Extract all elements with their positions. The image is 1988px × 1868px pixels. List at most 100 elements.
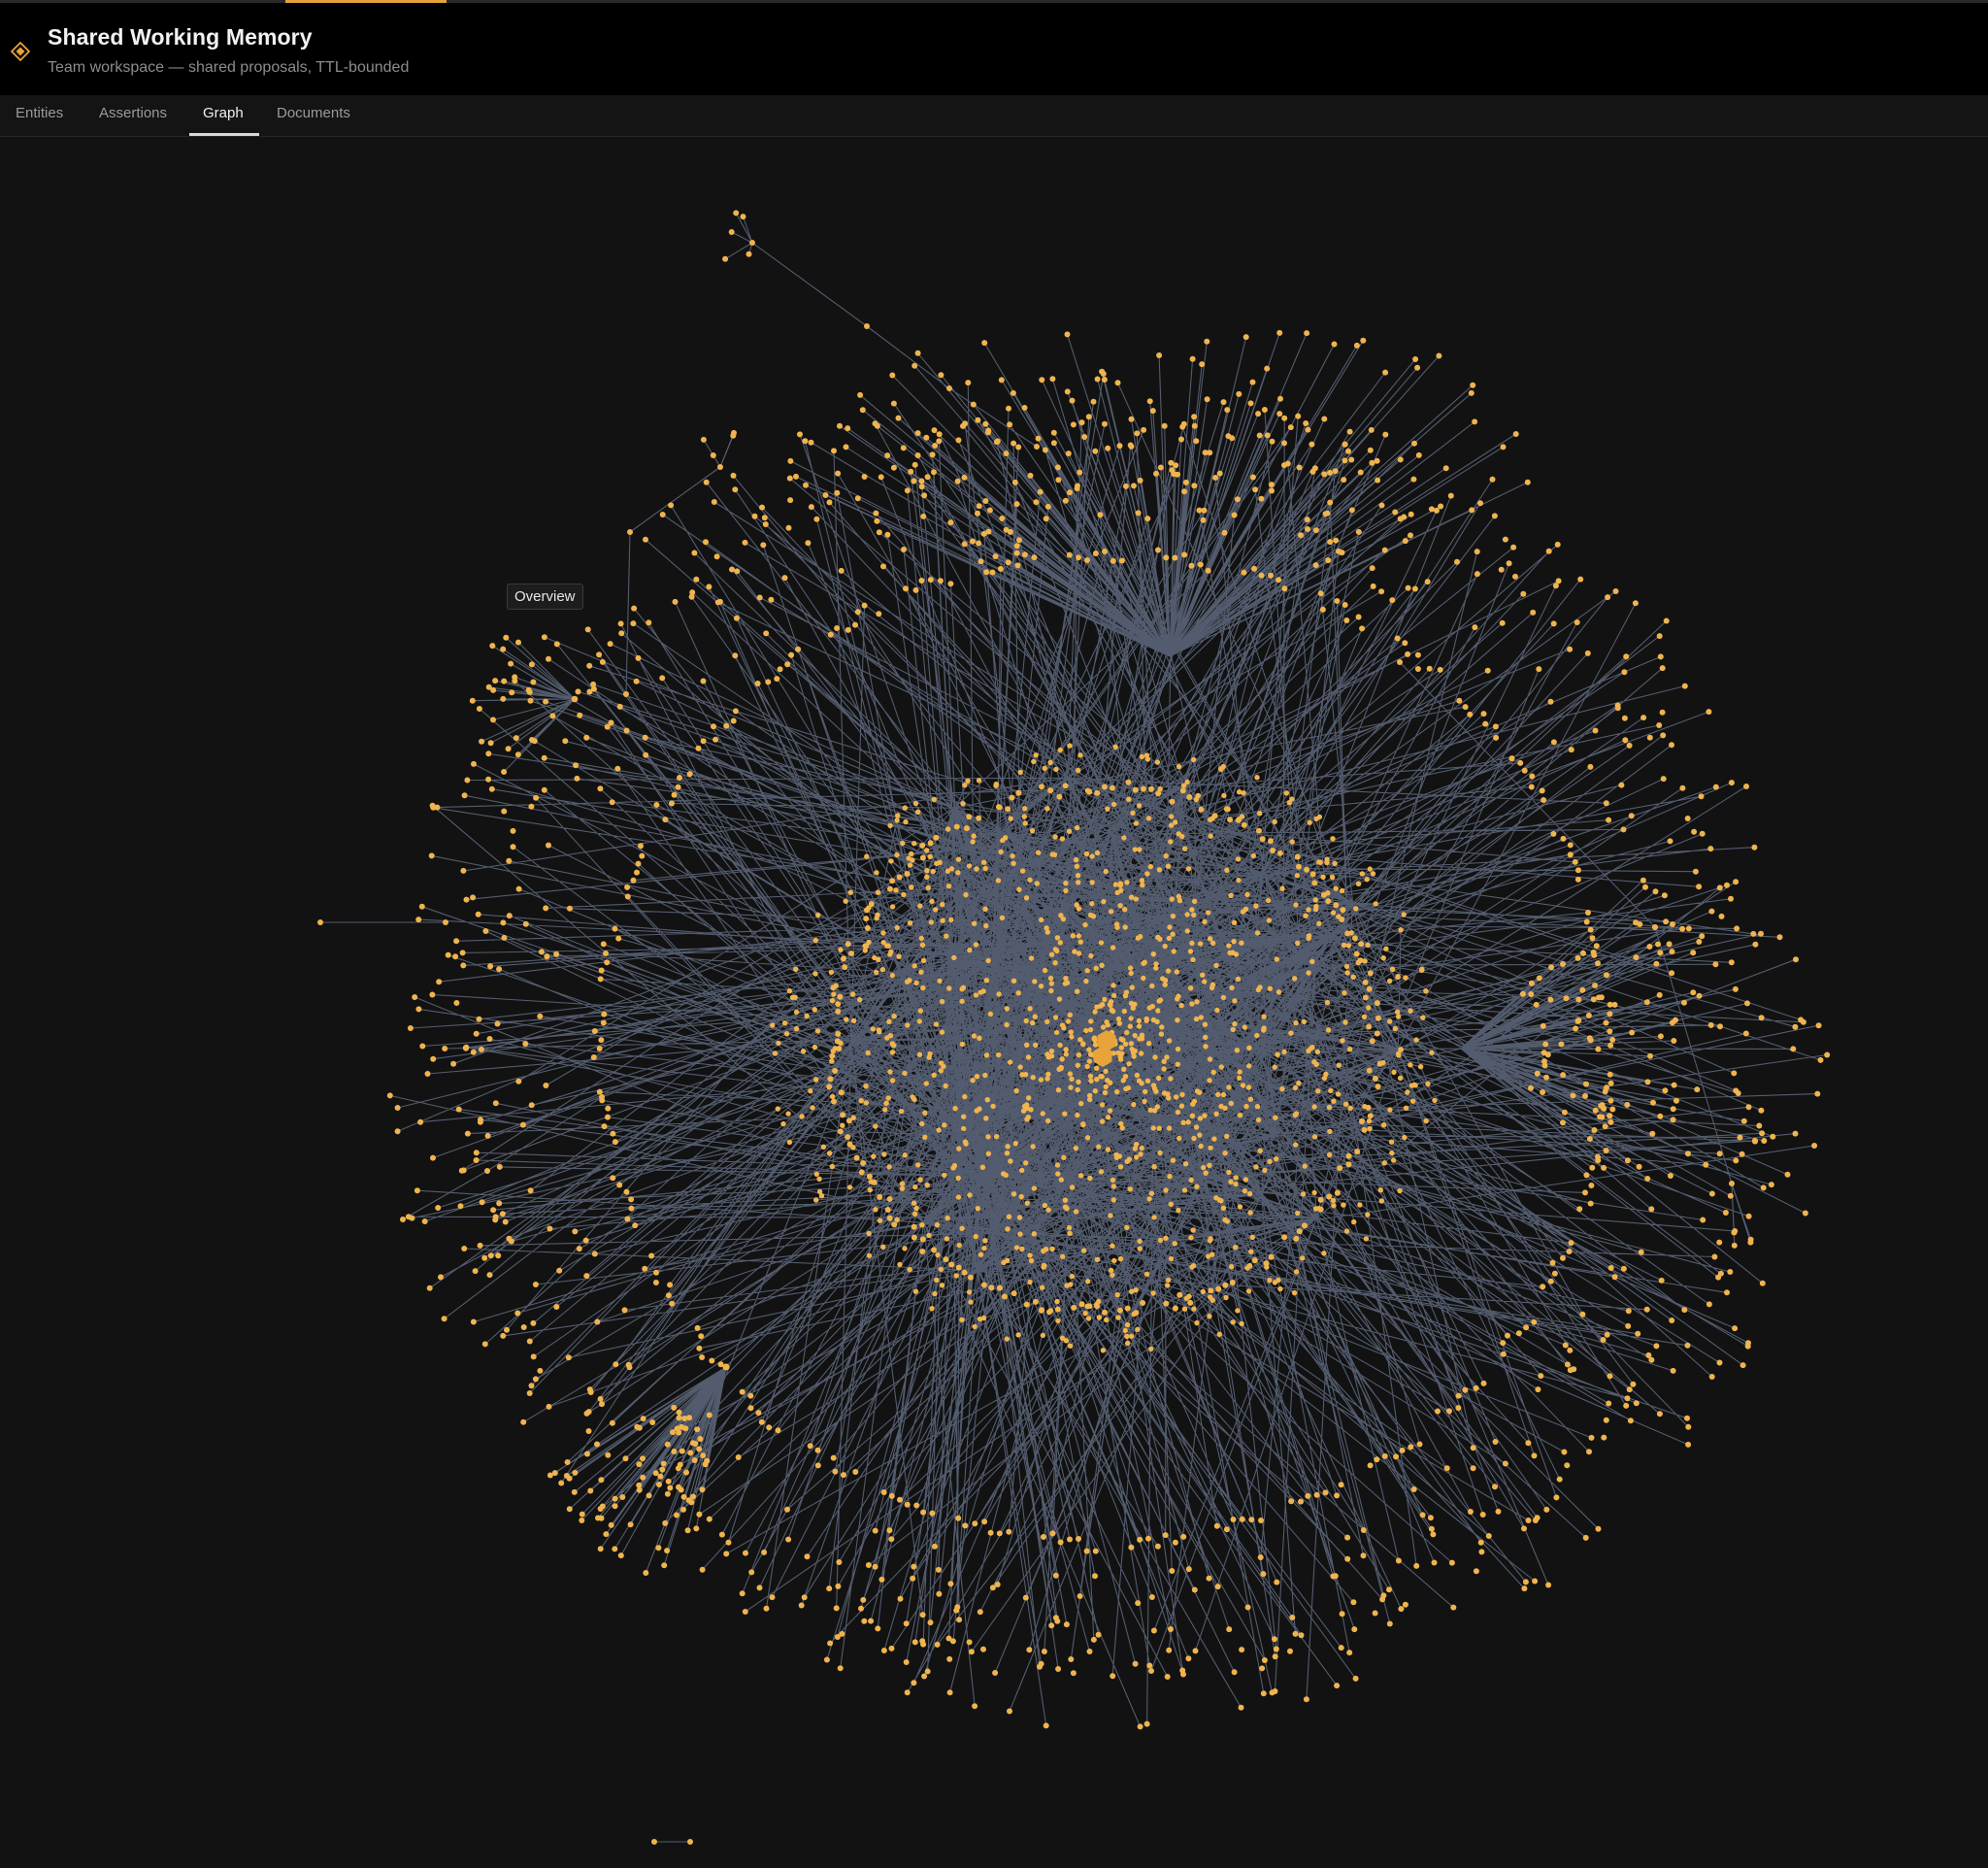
graph-node[interactable] — [1268, 1253, 1275, 1260]
graph-node[interactable] — [640, 1474, 646, 1481]
graph-node[interactable] — [919, 1249, 926, 1254]
graph-node[interactable] — [1529, 773, 1536, 780]
graph-node[interactable] — [962, 420, 969, 427]
graph-node[interactable] — [1022, 1072, 1029, 1078]
graph-node[interactable] — [1010, 852, 1015, 859]
graph-node[interactable] — [1006, 1528, 1012, 1535]
graph-node[interactable] — [604, 723, 611, 730]
graph-node[interactable] — [1415, 451, 1422, 458]
graph-node[interactable] — [488, 785, 495, 792]
graph-node[interactable] — [1535, 1386, 1541, 1393]
graph-node[interactable] — [1670, 921, 1675, 927]
graph-node[interactable] — [619, 1494, 626, 1500]
graph-node[interactable] — [852, 1469, 859, 1475]
graph-node[interactable] — [572, 1469, 579, 1476]
graph-node[interactable] — [1054, 1306, 1061, 1313]
graph-node[interactable] — [1054, 1298, 1060, 1305]
graph-node[interactable] — [605, 1451, 612, 1458]
graph-node[interactable] — [1752, 1138, 1758, 1145]
graph-node[interactable] — [1228, 1179, 1234, 1184]
graph-node[interactable] — [1659, 665, 1666, 672]
graph-node[interactable] — [1397, 1187, 1403, 1194]
graph-node[interactable] — [1128, 416, 1135, 422]
graph-node[interactable] — [945, 884, 952, 889]
graph-node[interactable] — [873, 510, 879, 517]
graph-node[interactable] — [1560, 1072, 1567, 1079]
graph-node[interactable] — [1330, 910, 1337, 916]
graph-node[interactable] — [1078, 1301, 1085, 1308]
graph-node[interactable] — [992, 1670, 999, 1676]
graph-node[interactable] — [793, 1009, 800, 1016]
graph-node[interactable] — [1075, 1086, 1080, 1093]
graph-node[interactable] — [1402, 538, 1408, 545]
graph-node[interactable] — [1202, 1113, 1208, 1118]
graph-node[interactable] — [912, 800, 919, 807]
graph-node[interactable] — [1191, 483, 1198, 489]
graph-node[interactable] — [1129, 1288, 1135, 1295]
graph-node[interactable] — [453, 938, 460, 945]
graph-node[interactable] — [959, 1317, 965, 1323]
graph-node[interactable] — [936, 438, 943, 445]
graph-node[interactable] — [1626, 742, 1633, 749]
graph-node[interactable] — [886, 1527, 893, 1534]
graph-node[interactable] — [1792, 1023, 1799, 1030]
graph-node[interactable] — [1119, 1051, 1125, 1056]
graph-node[interactable] — [1492, 1484, 1498, 1490]
graph-node[interactable] — [1344, 930, 1351, 937]
graph-node[interactable] — [1137, 1536, 1143, 1543]
graph-node[interactable] — [664, 1441, 671, 1448]
graph-node[interactable] — [1208, 1287, 1214, 1294]
graph-node[interactable] — [1008, 816, 1013, 821]
graph-node[interactable] — [894, 924, 900, 931]
graph-node[interactable] — [1183, 1295, 1190, 1302]
graph-node[interactable] — [1100, 1024, 1107, 1030]
graph-node[interactable] — [1405, 584, 1411, 591]
graph-node[interactable] — [1086, 1303, 1093, 1310]
graph-node[interactable] — [1474, 571, 1480, 578]
graph-node[interactable] — [1266, 917, 1273, 923]
graph-node[interactable] — [1157, 464, 1164, 471]
graph-node[interactable] — [1770, 1133, 1776, 1140]
graph-node[interactable] — [583, 734, 590, 741]
graph-node[interactable] — [1122, 483, 1129, 489]
graph-node[interactable] — [1019, 1167, 1025, 1174]
graph-node[interactable] — [1351, 1218, 1357, 1225]
graph-node[interactable] — [911, 963, 917, 969]
graph-node[interactable] — [1691, 828, 1698, 835]
graph-node[interactable] — [1646, 944, 1653, 950]
graph-node[interactable] — [1394, 635, 1401, 642]
graph-node[interactable] — [1261, 1014, 1267, 1019]
graph-node[interactable] — [1042, 967, 1048, 974]
graph-node[interactable] — [700, 738, 707, 745]
graph-node[interactable] — [1378, 588, 1385, 595]
graph-node[interactable] — [1585, 1012, 1592, 1018]
graph-node[interactable] — [1353, 951, 1360, 957]
graph-node[interactable] — [1590, 950, 1597, 955]
graph-node[interactable] — [919, 1612, 926, 1618]
graph-node[interactable] — [1484, 667, 1491, 674]
graph-node[interactable] — [1154, 1543, 1161, 1550]
graph-node[interactable] — [1536, 666, 1542, 673]
graph-node[interactable] — [1049, 376, 1056, 383]
graph-node[interactable] — [1298, 1632, 1305, 1639]
graph-node[interactable] — [1467, 1509, 1474, 1515]
graph-node[interactable] — [1208, 833, 1213, 839]
graph-node[interactable] — [1399, 1447, 1406, 1453]
graph-node[interactable] — [1005, 806, 1011, 813]
graph-node[interactable] — [1332, 468, 1339, 475]
graph-node[interactable] — [1088, 952, 1094, 959]
graph-node[interactable] — [1151, 1164, 1157, 1170]
graph-node[interactable] — [1648, 1356, 1655, 1363]
graph-node[interactable] — [1135, 935, 1142, 941]
graph-node[interactable] — [520, 1418, 527, 1425]
graph-node[interactable] — [639, 852, 646, 859]
graph-node[interactable] — [1179, 1091, 1185, 1098]
graph-node[interactable] — [1533, 1001, 1540, 1008]
graph-node[interactable] — [971, 920, 977, 926]
graph-node[interactable] — [1165, 863, 1172, 869]
graph-node[interactable] — [1470, 1465, 1476, 1472]
graph-node[interactable] — [1110, 801, 1117, 808]
graph-node[interactable] — [982, 906, 988, 912]
graph-node[interactable] — [1239, 940, 1244, 946]
graph-node[interactable] — [1648, 1206, 1655, 1213]
